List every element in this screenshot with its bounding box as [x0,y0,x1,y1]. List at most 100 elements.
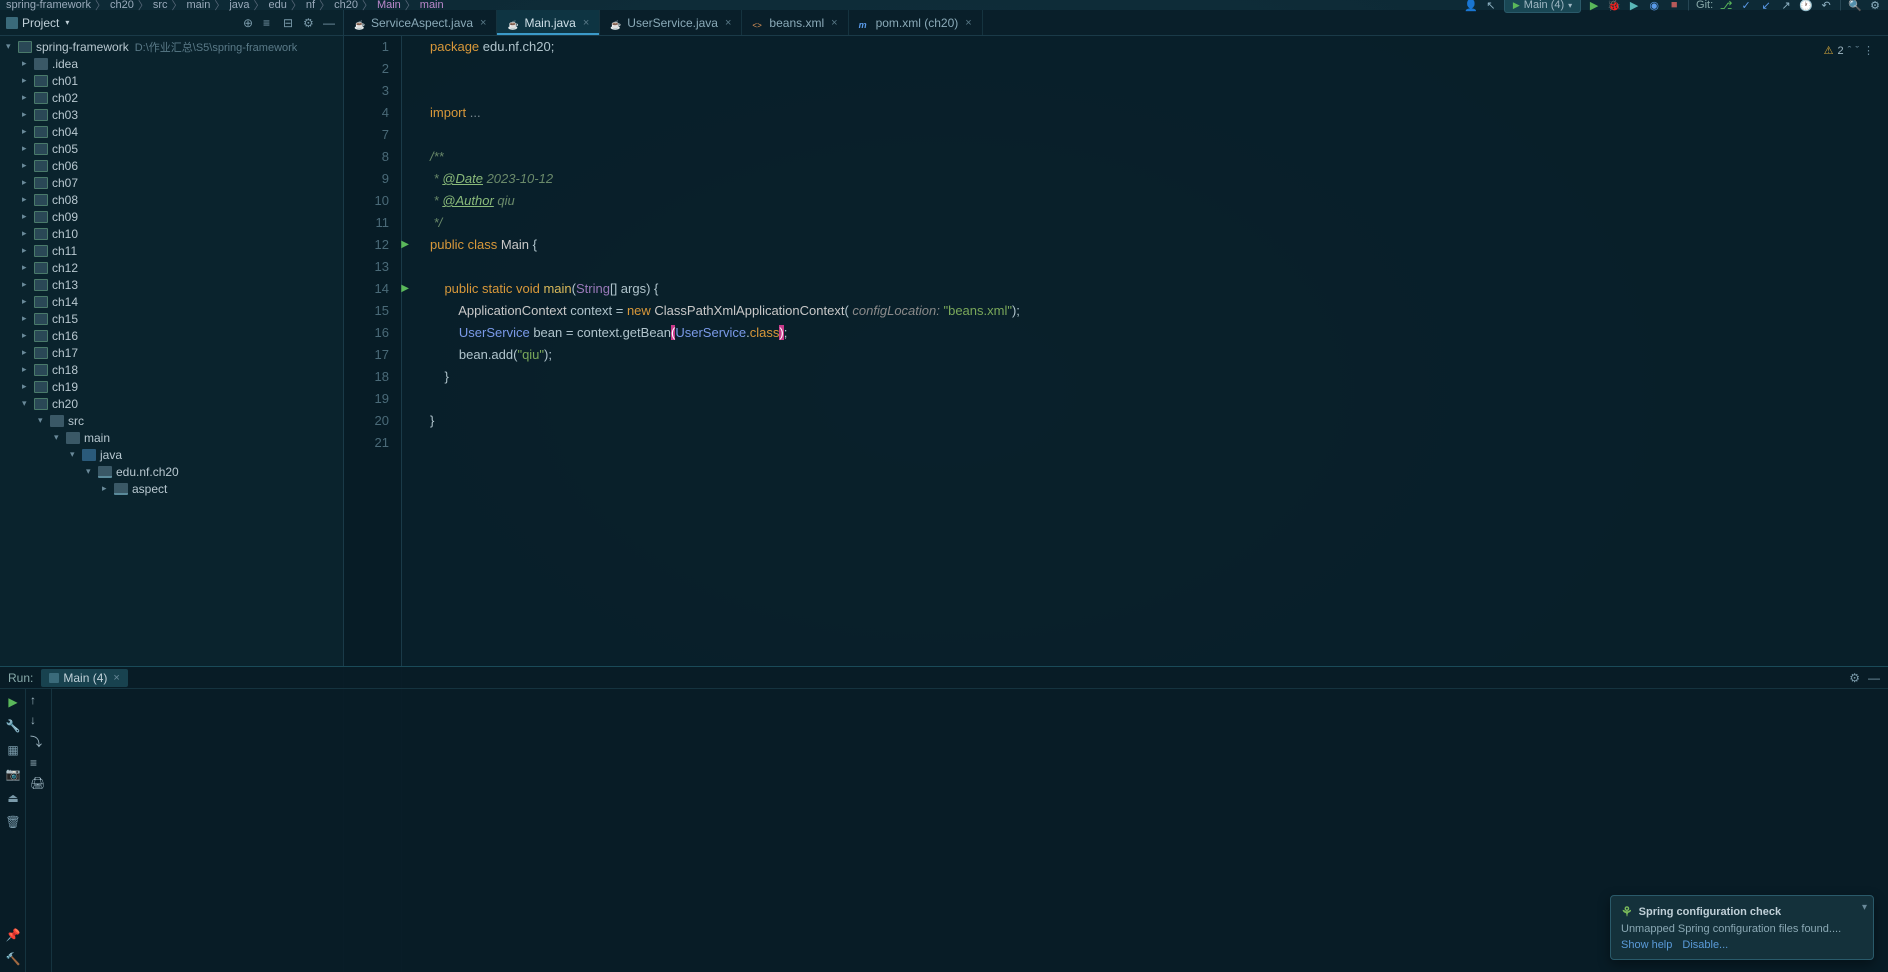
git-label: Git: [1696,0,1713,11]
print-icon[interactable]: 🖨 [30,776,47,790]
hide-icon[interactable]: — [1868,671,1880,685]
tree-item[interactable]: ▸.idea [0,55,343,72]
run-config-label: Main (4) [1524,0,1564,11]
tree-item[interactable]: ▸ch10 [0,225,343,242]
tree-item[interactable]: ▸ch15 [0,310,343,327]
run-toolbar-console: ↑ ↓ ⤵ ≡ 🖨 [26,689,52,972]
down-icon[interactable]: ↓ [30,713,47,727]
breadcrumb[interactable]: spring-framework〉 ch20〉 src〉 main〉 java〉… [6,0,444,13]
more-icon[interactable]: ⋮ [1863,40,1874,62]
tree-item[interactable]: ▾java [0,446,343,463]
breadcrumb-item[interactable]: java [229,0,249,11]
tree-package[interactable]: ▾edu.nf.ch20 [0,463,343,480]
run-icon[interactable]: ▶ [1587,0,1601,12]
breadcrumb-item[interactable]: ch20 [334,0,358,11]
close-icon[interactable]: × [831,17,837,29]
tree-item[interactable]: ▸ch03 [0,106,343,123]
close-icon[interactable]: × [480,17,486,29]
project-header: Project ▾ ⊕ ≡ ⊟ ⚙ — [0,10,343,36]
tree-item[interactable]: ▸ch16 [0,327,343,344]
editor-tab[interactable]: UserService.java× [600,10,742,35]
tree-item[interactable]: ▸ch05 [0,140,343,157]
scroll-icon[interactable]: ≡ [30,756,47,770]
layout-icon[interactable]: ▦ [4,741,22,759]
inspect-icon[interactable]: ↖ [1484,0,1498,12]
run-config-dropdown[interactable]: ▶ Main (4) ▾ [1504,0,1581,13]
gear-icon[interactable]: ⚙ [303,16,317,30]
git-pull-icon[interactable]: ✓ [1739,0,1753,12]
tree-item[interactable]: ▸ch19 [0,378,343,395]
breadcrumb-item[interactable]: src [153,0,168,11]
editor-tab-active[interactable]: Main.java× [497,10,600,35]
show-help-link[interactable]: Show help [1621,939,1672,951]
close-icon[interactable]: × [583,17,589,29]
tree-item[interactable]: ▸ch09 [0,208,343,225]
git-history-icon[interactable]: 🕐 [1799,0,1813,12]
tree-item[interactable]: ▸ch13 [0,276,343,293]
select-opened-icon[interactable]: ⊕ [243,16,257,30]
git-update-icon[interactable]: ↙ [1759,0,1773,12]
hide-icon[interactable]: — [323,16,337,30]
build-icon[interactable]: 🔨 [4,950,22,968]
tree-item[interactable]: ▾main [0,429,343,446]
tree-item[interactable]: ▸ch12 [0,259,343,276]
run-tab[interactable]: Main (4) × [41,669,127,687]
editor-tab[interactable]: ServiceAspect.java× [344,10,497,35]
tree-item[interactable]: ▸ch11 [0,242,343,259]
debug-icon[interactable]: 🐞 [1607,0,1621,12]
project-title[interactable]: Project ▾ [6,16,69,30]
search-icon[interactable]: 🔍 [1848,0,1862,12]
chevron-down-icon[interactable]: ▾ [1862,902,1867,913]
breadcrumb-item[interactable]: edu [269,0,287,11]
git-rollback-icon[interactable]: ↶ [1819,0,1833,12]
up-icon[interactable]: ↑ [30,693,47,707]
inspection-status[interactable]: ⚠ 2 ˆ ˇ ⋮ [1824,40,1874,62]
editor-tab[interactable]: beans.xml× [742,10,848,35]
editor-tab[interactable]: pom.xml (ch20)× [849,10,983,35]
notification-body: Unmapped Spring configuration files foun… [1621,923,1863,935]
tree-package[interactable]: ▸aspect [0,480,343,497]
tree-root[interactable]: ▾ spring-framework D:\作业汇总\S5\spring-fra… [0,38,343,55]
breadcrumb-item[interactable]: ch20 [110,0,134,11]
user-icon[interactable]: 👤 [1464,0,1478,12]
camera-icon[interactable]: 📷 [4,765,22,783]
collapse-all-icon[interactable]: ⊟ [283,16,297,30]
export-icon[interactable]: ⏏ [4,789,22,807]
breadcrumb-item[interactable]: spring-framework [6,0,91,11]
close-icon[interactable]: × [113,672,119,684]
tool-icon[interactable]: 🔧 [4,717,22,735]
git-branch-icon[interactable]: ⎇ [1719,0,1733,12]
tree-item[interactable]: ▸ch17 [0,344,343,361]
tree-item[interactable]: ▸ch14 [0,293,343,310]
delete-icon[interactable]: 🗑 [4,813,22,831]
tree-item-expanded[interactable]: ▾ch20 [0,395,343,412]
breadcrumb-item[interactable]: main [187,0,211,11]
tree-item[interactable]: ▸ch04 [0,123,343,140]
close-icon[interactable]: × [725,17,731,29]
tree-item[interactable]: ▸ch02 [0,89,343,106]
coverage-icon[interactable]: ▶ [1627,0,1641,12]
chevron-up-icon[interactable]: ˆ [1848,40,1852,62]
breadcrumb-method[interactable]: main [420,0,444,11]
breadcrumb-item[interactable]: nf [306,0,315,11]
gear-icon[interactable]: ⚙ [1849,671,1860,685]
settings-icon[interactable]: ⚙ [1868,0,1882,12]
rerun-icon[interactable]: ▶ [4,693,22,711]
pin-icon[interactable]: 📌 [4,926,22,944]
breadcrumb-class[interactable]: Main [377,0,401,11]
git-push-icon[interactable]: ↗ [1779,0,1793,12]
tree-item[interactable]: ▸ch07 [0,174,343,191]
profile-icon[interactable]: ◉ [1647,0,1661,12]
tree-item[interactable]: ▸ch08 [0,191,343,208]
wrap-icon[interactable]: ⤵ [30,733,47,750]
tree-item[interactable]: ▸ch06 [0,157,343,174]
stop-icon[interactable]: ■ [1667,0,1681,12]
chevron-down-icon[interactable]: ˇ [1855,40,1859,62]
expand-all-icon[interactable]: ≡ [263,16,277,30]
tree-item[interactable]: ▸ch01 [0,72,343,89]
run-toolbar-left: ▶ 🔧 ▦ 📷 ⏏ 🗑 📌 🔨 [0,689,26,972]
tree-item[interactable]: ▸ch18 [0,361,343,378]
disable-link[interactable]: Disable... [1682,939,1728,951]
tree-item[interactable]: ▾src [0,412,343,429]
close-icon[interactable]: × [965,17,971,29]
